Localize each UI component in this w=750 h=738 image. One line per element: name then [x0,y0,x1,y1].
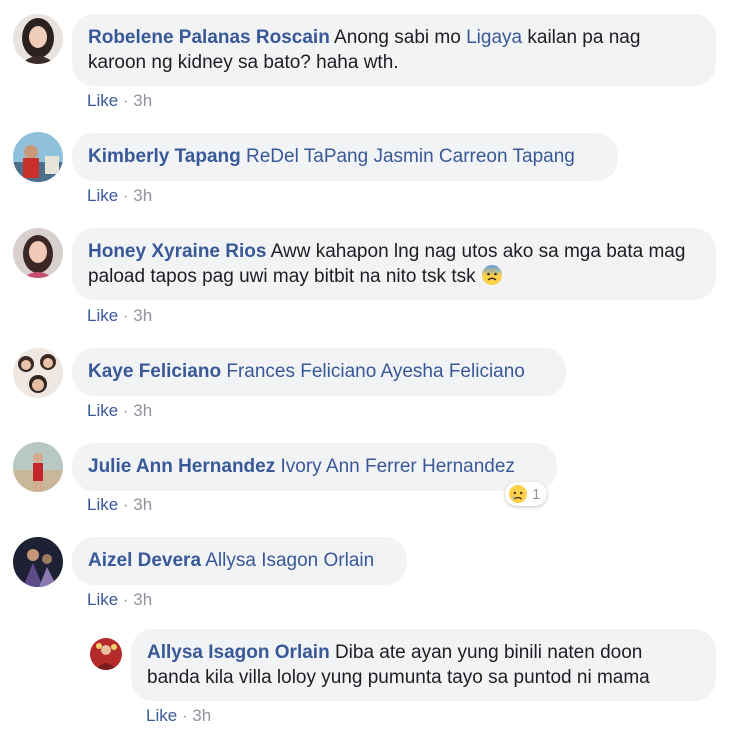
reaction-count: 1 [532,485,541,503]
separator: · [118,306,134,325]
timestamp[interactable]: 3h [133,401,152,420]
profile-photo-icon [13,228,63,278]
avatar[interactable] [13,228,63,278]
tagged-names[interactable]: Ivory Ann Ferrer Hernandez [275,456,514,477]
tagged-names[interactable]: Allysa Isagon Orlain [201,550,374,571]
tagged-name[interactable]: Ligaya [466,27,522,48]
profile-photo-icon [13,537,63,587]
comment-actions: Like · 3h [87,91,152,111]
timestamp[interactable]: 3h [133,495,152,514]
avatar[interactable] [13,14,63,64]
separator: · [118,401,134,420]
separator: · [177,706,193,725]
separator: · [118,495,134,514]
comment-actions: Like · 3h [146,706,211,726]
like-button[interactable]: Like [87,401,118,420]
profile-photo-icon [13,348,63,398]
comment-bubble: Robelene Palanas Roscain Anong sabi mo L… [72,14,716,86]
comment-actions: Like · 3h [87,590,152,610]
comment-bubble: Aizel Devera Allysa Isagon Orlain [72,537,407,585]
avatar[interactable] [90,638,122,670]
separator: · [118,590,134,609]
timestamp[interactable]: 3h [192,706,211,725]
comment-bubble: Julie Ann Hernandez Ivory Ann Ferrer Her… [72,443,557,491]
comment-bubble: Kaye Feliciano Frances Feliciano Ayesha … [72,348,566,396]
tagged-names[interactable]: Frances Feliciano Ayesha Feliciano [221,361,525,382]
comment-text: Anong sabi mo [329,27,467,48]
separator: · [118,91,134,110]
reaction-summary[interactable]: 1 [505,482,548,506]
comment-author[interactable]: Aizel Devera [88,550,201,571]
comment-author[interactable]: Allysa Isagon Orlain [147,642,330,663]
profile-photo-icon [13,442,63,492]
timestamp[interactable]: 3h [133,590,152,609]
profile-photo-icon [13,14,63,64]
like-button[interactable]: Like [87,590,118,609]
profile-photo-icon [90,638,122,670]
comment-author[interactable]: Kaye Feliciano [88,361,221,382]
timestamp[interactable]: 3h [133,306,152,325]
profile-photo-icon [13,132,63,182]
comment-bubble: Honey Xyraine Rios Aww kahapon lng nag u… [72,228,716,300]
avatar[interactable] [13,537,63,587]
comment-bubble: Kimberly Tapang ReDel TaPang Jasmin Carr… [72,133,618,181]
like-button[interactable]: Like [146,706,177,725]
like-button[interactable]: Like [87,186,118,205]
comment-actions: Like · 3h [87,306,152,326]
comment-author[interactable]: Honey Xyraine Rios [88,241,266,262]
comment-bubble: Allysa Isagon Orlain Diba ate ayan yung … [131,629,716,701]
avatar[interactable] [13,132,63,182]
timestamp[interactable]: 3h [133,186,152,205]
comment-actions: Like · 3h [87,401,152,421]
avatar[interactable] [13,442,63,492]
like-button[interactable]: Like [87,306,118,325]
tagged-names[interactable]: ReDel TaPang Jasmin Carreon Tapang [241,146,575,167]
comment-actions: Like · 3h [87,186,152,206]
comment-author[interactable]: Julie Ann Hernandez [88,456,275,477]
anxious-face-with-sweat-emoji-icon [481,264,503,286]
comment-actions: Like · 3h [87,495,152,515]
sad-face-emoji-icon [508,484,528,504]
separator: · [118,186,134,205]
like-button[interactable]: Like [87,91,118,110]
comment-author[interactable]: Kimberly Tapang [88,146,241,167]
comment-author[interactable]: Robelene Palanas Roscain [88,27,330,48]
timestamp[interactable]: 3h [133,91,152,110]
avatar[interactable] [13,348,63,398]
like-button[interactable]: Like [87,495,118,514]
